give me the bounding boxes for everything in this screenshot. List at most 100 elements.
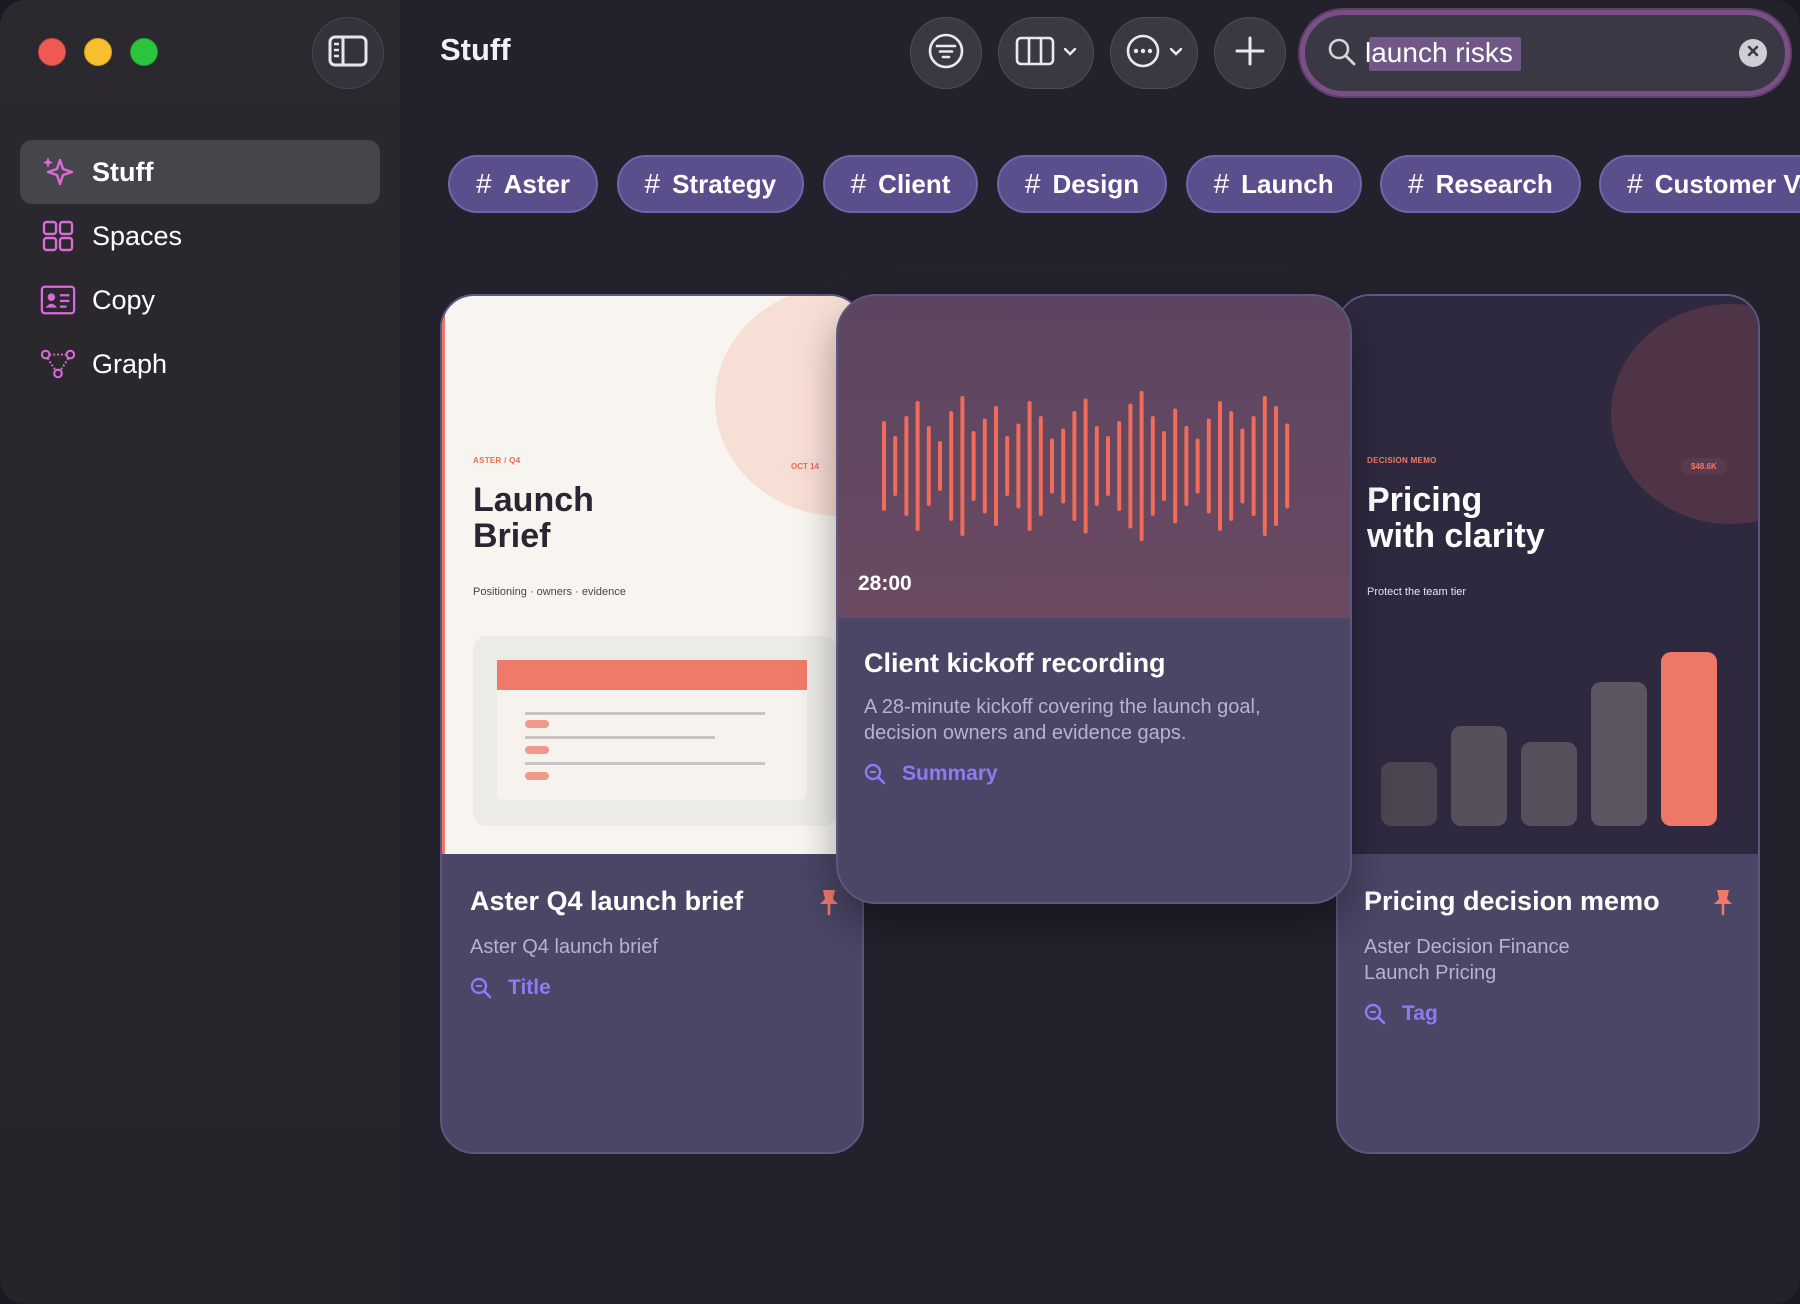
tag-chip[interactable]: # Launch bbox=[1185, 155, 1362, 213]
more-icon bbox=[1125, 33, 1161, 74]
waveform-bar bbox=[1094, 426, 1099, 506]
match-label: Tag bbox=[1402, 1002, 1438, 1025]
hashtag-icon: # bbox=[1627, 168, 1643, 199]
decorative-circle bbox=[1611, 304, 1758, 524]
magnifier-icon bbox=[470, 977, 492, 999]
result-card-launch-brief[interactable]: ASTER / Q4 OCT 14 Launch Brief Positioni… bbox=[440, 294, 864, 1154]
waveform-bar bbox=[1251, 416, 1256, 516]
mini-chart-bar bbox=[1381, 762, 1437, 826]
thumbnail-subtitle: Positioning · owners · evidence bbox=[473, 586, 626, 598]
waveform-bar bbox=[926, 426, 931, 506]
tag-chip[interactable]: # Research bbox=[1380, 155, 1581, 213]
chevron-down-icon bbox=[1169, 44, 1183, 62]
search-input[interactable] bbox=[1365, 31, 1725, 75]
thumbnail-kicker: DECISION MEMO bbox=[1367, 456, 1437, 465]
waveform-bar bbox=[1274, 406, 1278, 526]
sidebar-item-stuff[interactable]: Stuff bbox=[20, 140, 380, 204]
search-icon bbox=[1327, 37, 1357, 72]
card-description: Aster Q4 launch brief bbox=[470, 936, 658, 958]
hashtag-icon: # bbox=[476, 168, 492, 199]
text-line bbox=[525, 762, 765, 765]
thumbnail-kicker: ASTER / Q4 bbox=[473, 456, 521, 465]
document-preview bbox=[473, 636, 837, 826]
thumbnail-title-1: Pricing bbox=[1367, 481, 1483, 519]
card-description-line-1: A 28-minute kickoff covering the launch … bbox=[864, 696, 1261, 718]
magnifier-icon bbox=[1364, 1003, 1386, 1025]
text-line bbox=[525, 712, 765, 715]
card-description-line-2: Launch Pricing bbox=[1364, 962, 1497, 984]
minimize-window-button[interactable] bbox=[84, 38, 112, 66]
waveform-bar bbox=[1218, 401, 1222, 531]
waveform-bar bbox=[994, 406, 998, 526]
tag-chip[interactable]: # Client bbox=[822, 155, 979, 213]
waveform-bar bbox=[1072, 411, 1077, 521]
text-line bbox=[525, 736, 715, 739]
more-actions-button[interactable] bbox=[1110, 17, 1198, 89]
magnifier-icon bbox=[864, 763, 886, 785]
mini-chart-bar-highlight bbox=[1661, 652, 1717, 826]
duration-label: 28:00 bbox=[858, 572, 912, 595]
thumbnail-title-1: Launch bbox=[473, 481, 594, 519]
waveform-bar bbox=[1038, 416, 1043, 516]
result-card-kickoff-recording[interactable]: 28:00 Client kickoff recording A 28-minu… bbox=[836, 294, 1352, 904]
waveform-bar bbox=[1173, 408, 1178, 524]
waveform-bar bbox=[1027, 401, 1032, 531]
hashtag-icon: # bbox=[850, 168, 867, 199]
tag-chip[interactable]: # Design bbox=[996, 155, 1168, 213]
match-reason: Summary bbox=[864, 762, 998, 786]
tag-chip[interactable]: #Customer Voice bbox=[1599, 155, 1800, 213]
match-label: Summary bbox=[902, 762, 998, 785]
waveform-bar bbox=[915, 401, 920, 531]
close-window-button[interactable] bbox=[38, 38, 66, 66]
grid-icon bbox=[40, 218, 76, 254]
pin-icon[interactable] bbox=[818, 888, 840, 921]
pin-icon[interactable] bbox=[1712, 888, 1734, 921]
hashtag-icon: # bbox=[644, 168, 661, 199]
hashtag-icon: # bbox=[1213, 168, 1230, 199]
search-field[interactable] bbox=[1300, 10, 1790, 96]
app-window: Stuff Spaces Copy Graph Stuff launch ris… bbox=[0, 0, 1800, 1304]
waveform-bar bbox=[1061, 428, 1066, 504]
audio-thumbnail: 28:00 bbox=[838, 296, 1350, 618]
sidebar-item-label: Stuff bbox=[92, 156, 154, 187]
sidebar-item-graph[interactable]: Graph bbox=[20, 332, 380, 396]
waveform-bar bbox=[1184, 426, 1189, 506]
sidebar-nav: Stuff Spaces Copy Graph bbox=[20, 140, 380, 396]
tag-chip[interactable]: # Strategy bbox=[616, 155, 805, 213]
sidebar-item-spaces[interactable]: Spaces bbox=[20, 204, 380, 268]
mini-chart-bar bbox=[1451, 726, 1507, 826]
waveform-bar bbox=[1016, 423, 1021, 509]
columns-view-button[interactable] bbox=[998, 17, 1094, 89]
waveform-bar bbox=[1117, 421, 1122, 511]
add-button[interactable] bbox=[1214, 17, 1286, 89]
columns-icon bbox=[1015, 36, 1055, 71]
result-card-pricing-memo[interactable]: DECISION MEMO $48.6K Pricing with clarit… bbox=[1336, 294, 1760, 1154]
waveform-bar bbox=[960, 396, 965, 536]
card-description-line-2: decision owners and evidence gaps. bbox=[864, 722, 1187, 744]
waveform-bar bbox=[1150, 416, 1155, 516]
thumbnail-subtitle: Protect the team tier bbox=[1367, 586, 1467, 598]
thumbnail-badge: OCT 14 bbox=[781, 458, 830, 475]
waveform-bar bbox=[1106, 436, 1110, 496]
hashtag-icon: # bbox=[1024, 168, 1041, 199]
mini-chart-bar bbox=[1591, 682, 1647, 826]
card-title: Client kickoff recording bbox=[864, 648, 1166, 678]
clear-search-button[interactable] bbox=[1739, 39, 1767, 67]
sidebar-item-label: Graph bbox=[92, 348, 168, 379]
document-thumbnail: ASTER / Q4 OCT 14 Launch Brief Positioni… bbox=[442, 296, 862, 854]
card-title: Pricing decision memo bbox=[1364, 886, 1660, 916]
filter-button[interactable] bbox=[910, 17, 982, 89]
waveform-bar bbox=[1139, 391, 1144, 541]
sidebar-item-copy[interactable]: Copy bbox=[20, 268, 380, 332]
sidebar-toggle-button[interactable] bbox=[312, 17, 384, 89]
waveform-bar bbox=[1128, 403, 1133, 529]
mini-chart-bar bbox=[1521, 742, 1577, 826]
contact-card-icon bbox=[40, 282, 76, 318]
bullet bbox=[525, 746, 549, 754]
tag-chip[interactable]: # Aster bbox=[448, 155, 599, 213]
match-reason: Tag bbox=[1364, 1002, 1438, 1026]
zoom-window-button[interactable] bbox=[130, 38, 158, 66]
hashtag-icon: # bbox=[1408, 168, 1424, 199]
thumbnail-badge: $48.6K bbox=[1681, 458, 1727, 475]
waveform-bar bbox=[1206, 418, 1211, 514]
